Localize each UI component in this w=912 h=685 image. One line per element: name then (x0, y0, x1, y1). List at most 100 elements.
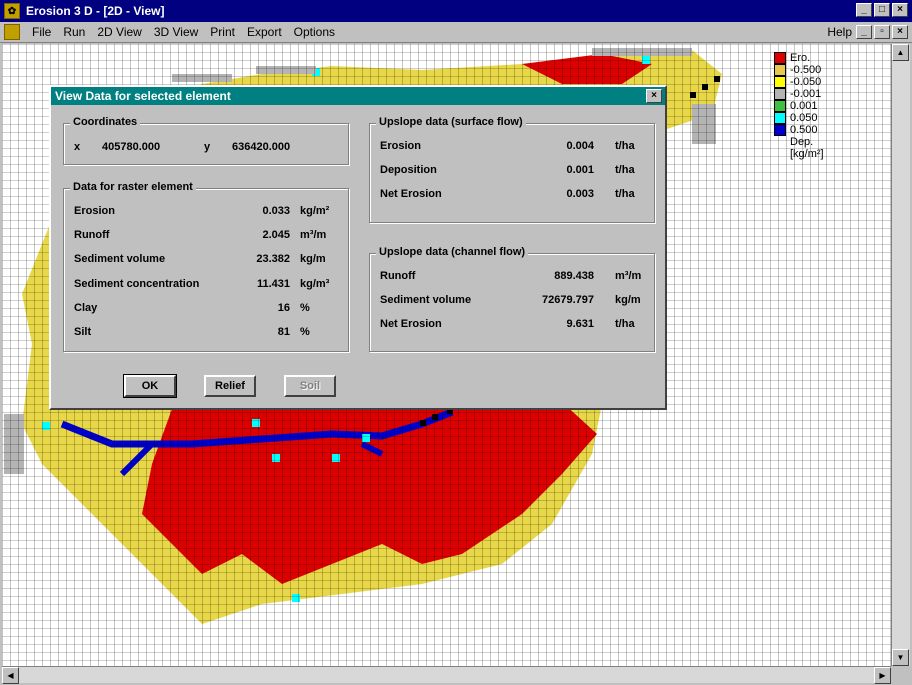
surface-row: Deposition 0.001 t/ha (380, 164, 644, 180)
row-unit: kg/m (615, 294, 641, 306)
legend-unit: [kg/m²] (790, 148, 824, 160)
scroll-down-button[interactable]: ▼ (892, 649, 909, 666)
legend-footer-dep: Dep. (790, 136, 814, 148)
coordinates-group: Coordinates x 405780.000 y 636420.000 (63, 116, 349, 165)
surface-flow-group: Upslope data (surface flow) Erosion 0.00… (369, 116, 655, 223)
row-value: 16 (277, 302, 290, 314)
app-icon[interactable]: ✿ (4, 3, 20, 19)
row-unit: t/ha (615, 140, 635, 152)
menu-run[interactable]: Run (57, 25, 91, 39)
y-value: 636420.000 (232, 141, 291, 153)
row-label: Erosion (74, 205, 115, 217)
legend-entry: 0.050 (774, 112, 884, 124)
mdi-minimize-button[interactable]: _ (856, 25, 872, 39)
row-unit: t/ha (615, 188, 635, 200)
menu-file[interactable]: File (26, 25, 57, 39)
row-unit: m³/m (300, 229, 327, 241)
menu-3d-view[interactable]: 3D View (148, 25, 204, 39)
raster-row: Sediment volume 23.382 kg/m (74, 253, 338, 269)
row-unit: kg/m (300, 253, 326, 265)
row-value: 81 (277, 326, 290, 338)
row-label: Sediment concentration (74, 278, 200, 290)
row-unit: % (300, 302, 310, 314)
menu-print[interactable]: Print (204, 25, 241, 39)
row-value: 889.438 (554, 270, 594, 282)
coordinates-label: Coordinates (70, 116, 141, 128)
raster-data-group: Data for raster element Erosion 0.033 kg… (63, 181, 349, 352)
row-value: 72679.797 (542, 294, 594, 306)
legend-swatch-cyan (774, 112, 786, 124)
scroll-corner (891, 666, 910, 683)
row-value: 2.045 (262, 229, 290, 241)
row-value: 23.382 (256, 253, 290, 265)
maximize-button[interactable]: □ (874, 3, 890, 17)
row-label: Erosion (380, 140, 421, 152)
soil-button[interactable]: Soil (284, 375, 336, 397)
vertical-scrollbar[interactable]: ▲ ▼ (891, 44, 910, 666)
raster-row: Runoff 2.045 m³/m (74, 229, 338, 245)
window-title: Erosion 3 D - [2D - View] (26, 4, 165, 18)
dialog-close-button[interactable]: × (646, 89, 662, 103)
raster-row: Sediment concentration 11.431 kg/m³ (74, 278, 338, 294)
mdi-restore-button[interactable]: ▫ (874, 25, 890, 39)
x-value: 405780.000 (102, 141, 161, 153)
channel-flow-label: Upslope data (channel flow) (376, 246, 529, 258)
row-value: 0.004 (566, 140, 594, 152)
row-unit: % (300, 326, 310, 338)
scroll-left-button[interactable]: ◀ (2, 667, 19, 684)
dialog-title: View Data for selected element (55, 89, 231, 103)
row-value: 11.431 (256, 278, 290, 290)
legend-entry: 0.500 (774, 124, 884, 136)
document-icon[interactable] (4, 24, 20, 40)
row-value: 0.001 (566, 164, 594, 176)
row-label: Sediment volume (380, 294, 472, 306)
legend-footer: [kg/m²] (774, 148, 884, 160)
channel-flow-group: Upslope data (channel flow) Runoff 889.4… (369, 246, 655, 352)
raster-row: Silt 81 % (74, 326, 338, 342)
legend-swatch-red (774, 52, 786, 64)
coordinates-row: x 405780.000 y 636420.000 (74, 141, 338, 157)
ok-button[interactable]: OK (123, 374, 177, 398)
legend-entry: -0.050 (774, 76, 884, 88)
legend-label: -0.050 (790, 76, 822, 88)
legend-entry: -0.500 (774, 64, 884, 76)
row-label: Runoff (380, 270, 416, 282)
channel-row: Runoff 889.438 m³/m (380, 270, 644, 286)
relief-button[interactable]: Relief (204, 375, 256, 397)
row-label: Clay (74, 302, 98, 314)
row-unit: m³/m (615, 270, 642, 282)
menu-options[interactable]: Options (288, 25, 341, 39)
row-value: 0.033 (262, 205, 290, 217)
minimize-button[interactable]: _ (856, 3, 872, 17)
surface-row: Net Erosion 0.003 t/ha (380, 188, 644, 204)
row-unit: t/ha (615, 164, 635, 176)
x-label: x (74, 141, 81, 153)
close-button[interactable]: × (892, 3, 908, 17)
menu-help[interactable]: Help (827, 25, 852, 39)
legend-swatch-yellow (774, 76, 786, 88)
legend: Ero. -0.500 -0.050 -0.001 0.001 0.050 0.… (774, 52, 884, 160)
legend-label: -0.001 (790, 88, 822, 100)
scroll-right-button[interactable]: ▶ (874, 667, 891, 684)
legend-footer: Dep. (774, 136, 884, 148)
legend-swatch-blue (774, 124, 786, 136)
legend-title: Ero. (790, 52, 811, 64)
row-label: Silt (74, 326, 92, 338)
row-value: 0.003 (566, 188, 594, 200)
row-label: Runoff (74, 229, 110, 241)
title-bar: ✿ Erosion 3 D - [2D - View] _ □ × (0, 0, 912, 22)
scroll-up-button[interactable]: ▲ (892, 44, 909, 61)
mdi-close-button[interactable]: × (892, 25, 908, 39)
legend-label: 0.050 (790, 112, 818, 124)
horizontal-scrollbar[interactable]: ◀ ▶ (2, 666, 891, 684)
row-label: Net Erosion (380, 318, 442, 330)
menu-2d-view[interactable]: 2D View (91, 25, 147, 39)
menu-export[interactable]: Export (241, 25, 288, 39)
legend-label: 0.001 (790, 100, 818, 112)
raster-data-label: Data for raster element (70, 181, 196, 193)
row-unit: kg/m² (300, 205, 330, 217)
legend-entry: 0.001 (774, 100, 884, 112)
legend-entry: -0.001 (774, 88, 884, 100)
legend-entry: Ero. (774, 52, 884, 64)
legend-label: -0.500 (790, 64, 822, 76)
